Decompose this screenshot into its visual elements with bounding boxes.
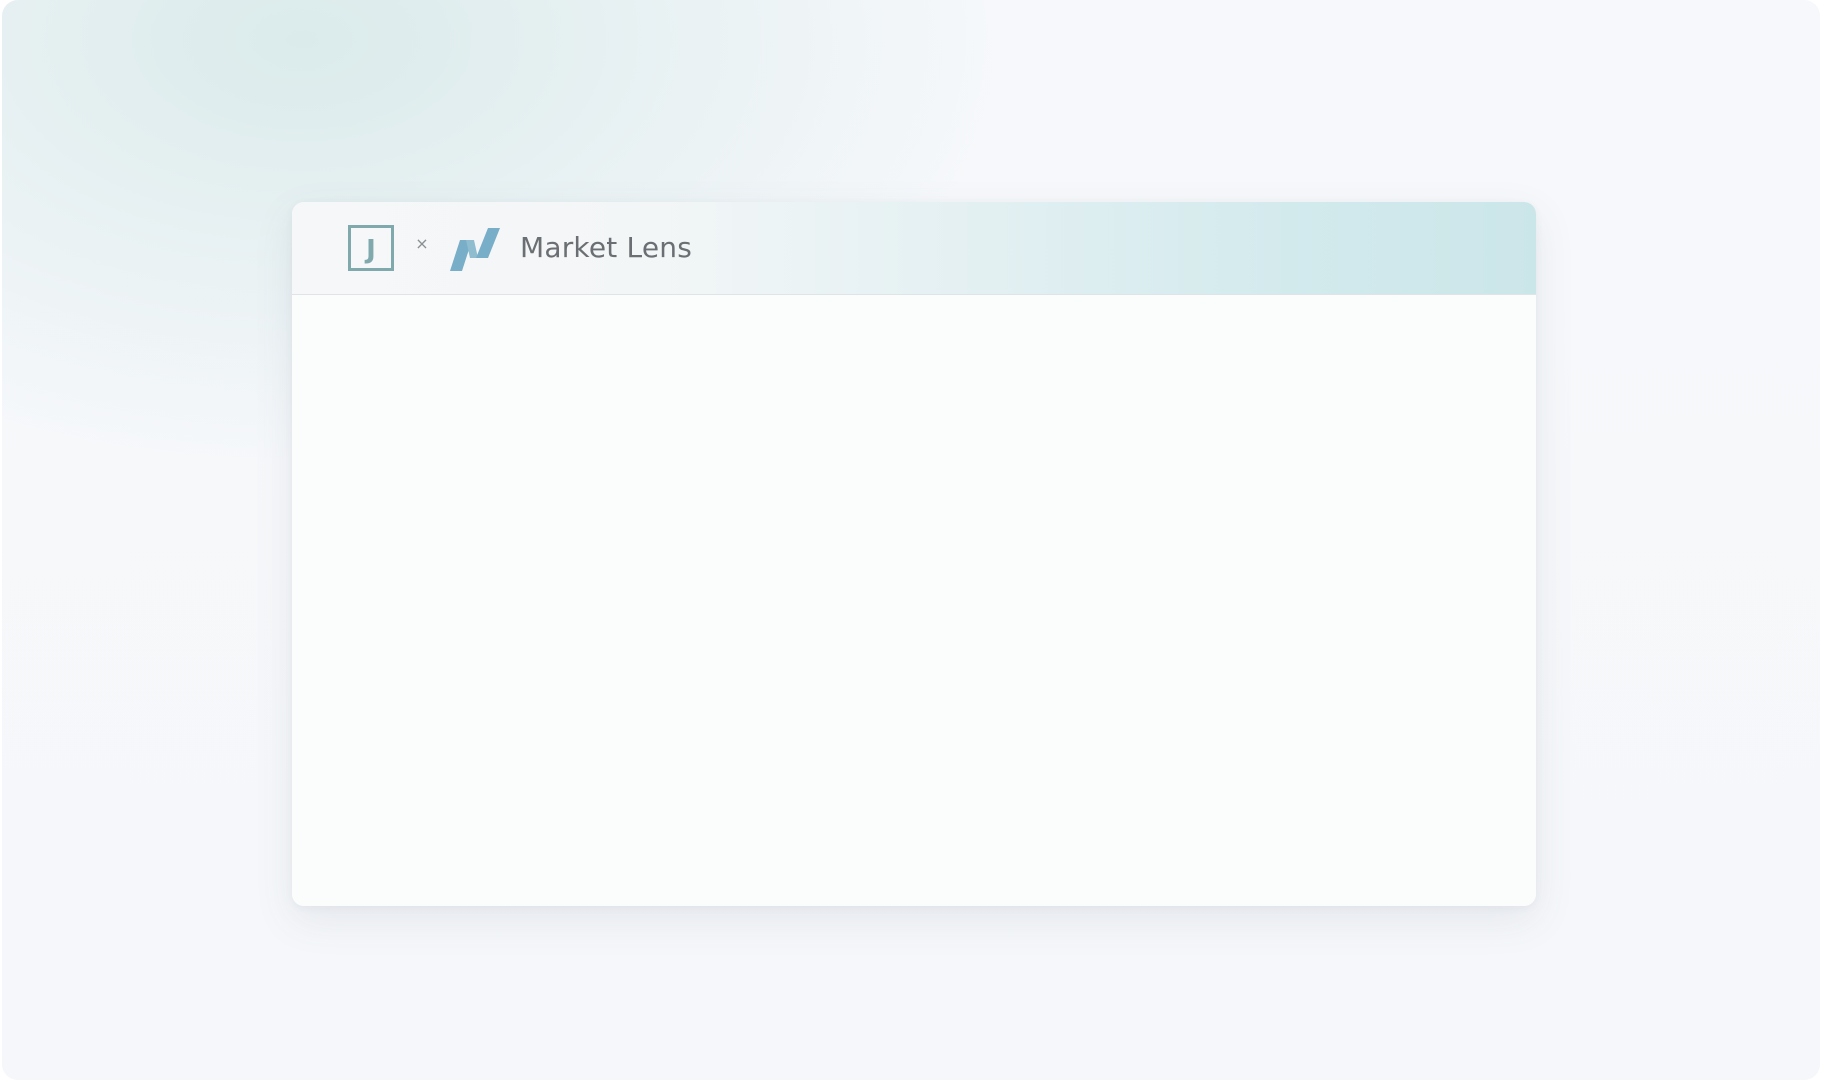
collaboration-separator: × xyxy=(415,234,429,253)
app-window: J × Market Lens xyxy=(292,202,1536,906)
app-content-area xyxy=(292,296,1536,906)
j-square-logo-icon: J xyxy=(348,225,394,271)
desktop-background: J × Market Lens xyxy=(2,0,1820,1080)
market-lens-logo-icon xyxy=(450,228,500,271)
app-header: J × Market Lens xyxy=(292,202,1536,295)
partner-logo-letter: J xyxy=(364,235,376,265)
app-title: Market Lens xyxy=(520,231,693,264)
